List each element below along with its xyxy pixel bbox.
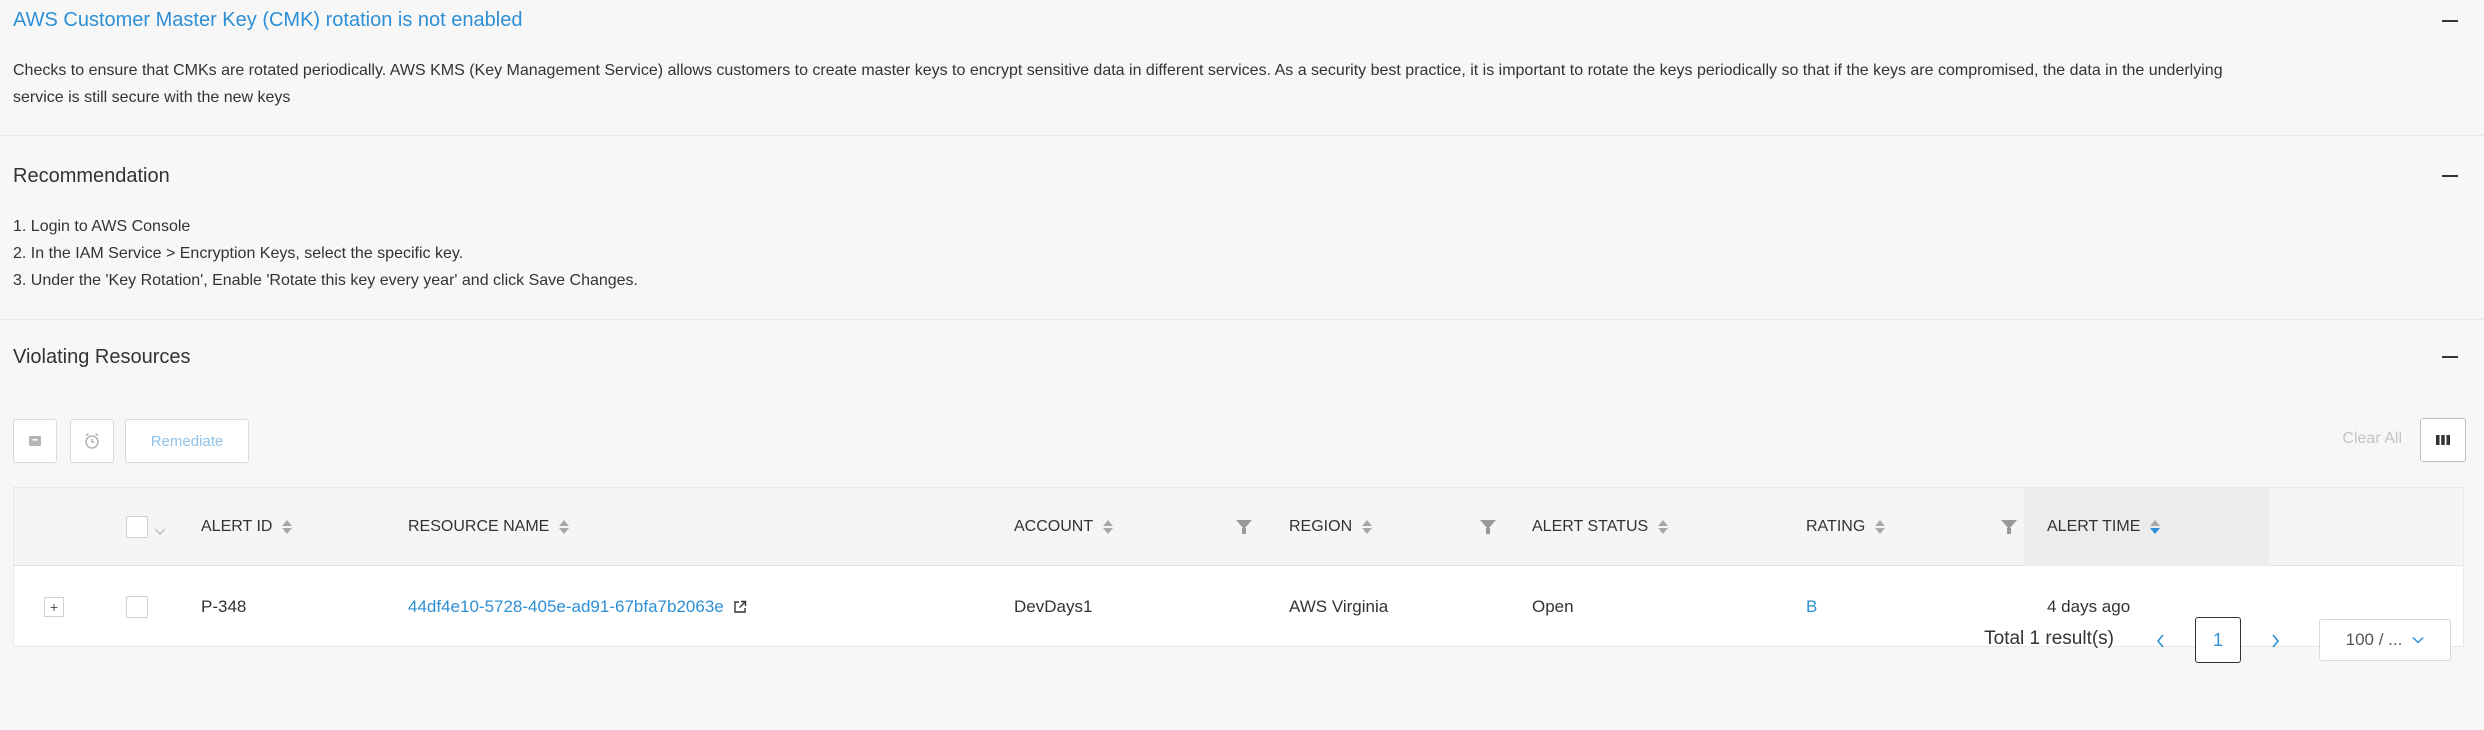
recommendation-steps: 1. Login to AWS Console 2. In the IAM Se… <box>13 213 2464 294</box>
column-label: ACCOUNT <box>1014 518 1094 535</box>
column-label: ALERT TIME <box>2047 518 2141 535</box>
page-1-button[interactable]: 1 <box>2195 617 2241 663</box>
column-label: ALERT STATUS <box>1532 518 1649 535</box>
snooze-alert-button[interactable] <box>70 419 114 463</box>
prev-page-button[interactable] <box>2137 617 2183 663</box>
resource-name-link[interactable]: 44df4e10-5728-405e-ad91-67bfa7b2063e <box>408 597 724 617</box>
recommendation-title: Recommendation <box>13 165 170 187</box>
violating-resources-section: Violating Resources Remediate Clear All <box>0 320 2484 730</box>
recommendation-step: 1. Login to AWS Console <box>13 218 191 235</box>
expand-row-button[interactable]: + <box>44 597 64 617</box>
collapse-violating-resources-button[interactable] <box>2442 356 2458 358</box>
filter-icon[interactable] <box>2001 520 2017 534</box>
violating-resources-title: Violating Resources <box>13 346 191 368</box>
sort-icon[interactable] <box>1875 520 1886 534</box>
external-link-icon[interactable] <box>732 599 748 615</box>
filter-icon[interactable] <box>1236 520 1252 534</box>
select-all-control[interactable] <box>126 488 167 566</box>
collapse-issue-button[interactable] <box>2442 20 2458 22</box>
page-size-value: 100 / ... <box>2345 630 2403 649</box>
row-checkbox[interactable] <box>126 596 148 618</box>
sort-icon[interactable] <box>1362 520 1373 534</box>
issue-title: AWS Customer Master Key (CMK) rotation i… <box>13 9 523 31</box>
sort-icon[interactable] <box>559 520 570 534</box>
issue-section: AWS Customer Master Key (CMK) rotation i… <box>0 0 2484 136</box>
total-results: Total 1 result(s) <box>1984 628 2114 649</box>
column-header-alert-status[interactable]: ALERT STATUS <box>1532 488 1669 566</box>
sort-icon[interactable] <box>282 520 293 534</box>
issue-description-line: Checks to ensure that CMKs are rotated p… <box>13 62 2223 79</box>
column-label: RESOURCE NAME <box>408 518 550 535</box>
remediate-button[interactable]: Remediate <box>125 419 249 463</box>
sort-icon[interactable] <box>1658 520 1669 534</box>
clear-all-button[interactable]: Clear All <box>2342 430 2402 448</box>
column-header-resource-name[interactable]: RESOURCE NAME <box>408 488 570 566</box>
alarm-clock-icon <box>85 433 99 449</box>
sort-icon[interactable] <box>1103 520 1114 534</box>
column-header-alert-id[interactable]: ALERT ID <box>201 488 293 566</box>
column-header-rating[interactable]: RATING <box>1806 488 1886 566</box>
chevron-left-icon <box>2156 634 2164 648</box>
page-size-select[interactable]: 100 / ... <box>2319 619 2451 661</box>
dismiss-alert-button[interactable] <box>13 419 57 463</box>
archive-icon <box>29 436 41 446</box>
issue-description-line: service is still secure with the new key… <box>13 89 291 106</box>
filter-icon[interactable] <box>1480 520 1496 534</box>
chevron-down-icon <box>2412 636 2424 644</box>
column-picker-button[interactable] <box>2420 418 2466 462</box>
next-page-button[interactable] <box>2253 617 2299 663</box>
pagination: Total 1 result(s) 1 100 / ... <box>0 617 2484 663</box>
issue-description: Checks to ensure that CMKs are rotated p… <box>13 57 2464 111</box>
select-all-checkbox[interactable] <box>126 516 148 538</box>
column-header-alert-time[interactable]: ALERT TIME <box>2047 488 2161 566</box>
sort-icon[interactable] <box>2150 520 2161 534</box>
column-header-region[interactable]: REGION <box>1289 488 1373 566</box>
recommendation-section: Recommendation 1. Login to AWS Console 2… <box>0 136 2484 320</box>
column-header-account[interactable]: ACCOUNT <box>1014 488 1114 566</box>
column-label: ALERT ID <box>201 518 273 535</box>
collapse-recommendation-button[interactable] <box>2442 175 2458 177</box>
table-header: ALERT ID RESOURCE NAME ACCOUNT REGION AL… <box>14 488 2463 566</box>
chevron-down-icon[interactable] <box>153 527 167 537</box>
columns-icon <box>2436 435 2450 445</box>
recommendation-step: 3. Under the 'Key Rotation', Enable 'Rot… <box>13 272 638 289</box>
recommendation-step: 2. In the IAM Service > Encryption Keys,… <box>13 245 464 262</box>
column-label: REGION <box>1289 518 1353 535</box>
chevron-right-icon <box>2272 634 2280 648</box>
column-label: RATING <box>1806 518 1866 535</box>
